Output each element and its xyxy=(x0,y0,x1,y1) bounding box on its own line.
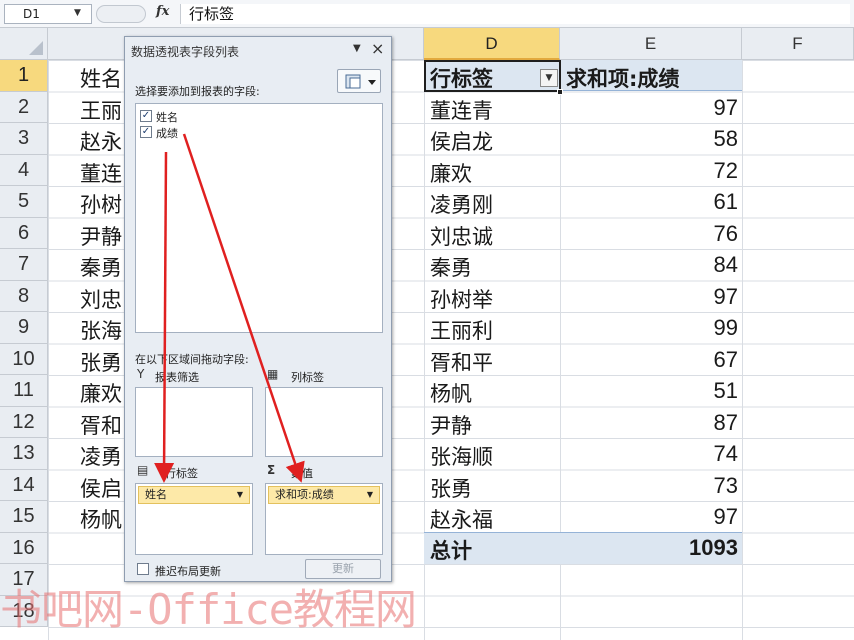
arrow-name-to-rows xyxy=(154,151,175,483)
arrow-score-to-values xyxy=(182,133,305,483)
watermark: 书吧网-Office教程网 xyxy=(0,585,417,634)
annotation-arrows xyxy=(154,133,305,483)
